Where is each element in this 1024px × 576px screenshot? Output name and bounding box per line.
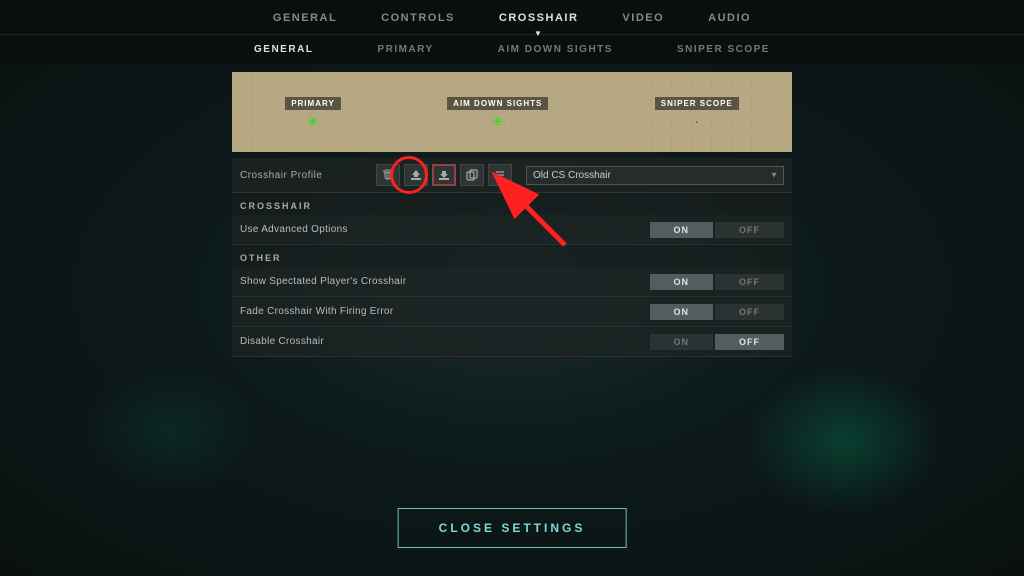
show-spectated-on[interactable]: On — [650, 274, 714, 290]
setting-fade-crosshair: Fade Crosshair With Firing Error On Off — [232, 297, 792, 327]
disable-crosshair-on[interactable]: On — [650, 334, 714, 350]
profile-select-area: Old CS Crosshair Default Custom 1 Custom… — [526, 165, 784, 185]
show-spectated-off[interactable]: Off — [715, 274, 784, 290]
disable-crosshair-toggle: On Off — [650, 334, 785, 350]
use-advanced-options-on[interactable]: On — [650, 222, 714, 238]
tab-controls[interactable]: CONTROLS — [379, 8, 457, 28]
setting-show-spectated: Show Spectated Player's Crosshair On Off — [232, 267, 792, 297]
show-spectated-label: Show Spectated Player's Crosshair — [240, 276, 650, 287]
profile-select-wrapper: Old CS Crosshair Default Custom 1 Custom… — [526, 165, 784, 185]
content-area: Crosshair Profile 🗑 — [232, 158, 792, 357]
show-spectated-toggle: On Off — [650, 274, 785, 290]
tab-audio[interactable]: AUDIO — [706, 8, 753, 28]
copy-profile-button[interactable] — [460, 164, 484, 186]
crosshair-ads: + — [494, 114, 502, 128]
fade-crosshair-off[interactable]: Off — [715, 304, 784, 320]
list-profiles-button[interactable] — [488, 164, 512, 186]
download-profile-button[interactable] — [432, 164, 456, 186]
profile-label: Crosshair Profile — [240, 170, 370, 181]
setting-use-advanced-options: Use Advanced Options On Off — [232, 215, 792, 245]
profile-icons: 🗑 — [376, 164, 512, 186]
preview-sniper: SNIPER SCOPE · — [655, 97, 739, 128]
close-settings-button[interactable]: CLOSE SETTINGS — [398, 508, 627, 548]
profile-select[interactable]: Old CS Crosshair Default Custom 1 Custom… — [526, 166, 784, 185]
fade-crosshair-on[interactable]: On — [650, 304, 714, 320]
preview-ads: AIM DOWN SIGHTS + — [447, 97, 548, 128]
section-crosshair-header: CROSSHAIR — [232, 193, 792, 215]
profile-row: Crosshair Profile 🗑 — [232, 158, 792, 193]
subtab-primary[interactable]: PRIMARY — [375, 41, 435, 58]
subtab-general[interactable]: GENERAL — [252, 41, 315, 58]
crosshair-preview: PRIMARY + AIM DOWN SIGHTS + SNIPER SCOPE… — [232, 72, 792, 152]
preview-ads-label: AIM DOWN SIGHTS — [447, 97, 548, 110]
delete-profile-button[interactable]: 🗑 — [376, 164, 400, 186]
setting-disable-crosshair: Disable Crosshair On Off — [232, 327, 792, 357]
crosshair-sniper: · — [694, 114, 699, 128]
crosshair-primary: + — [309, 114, 317, 128]
preview-primary: PRIMARY + — [285, 97, 341, 128]
subtab-sniper-scope[interactable]: SNIPER SCOPE — [675, 41, 772, 58]
disable-crosshair-off[interactable]: Off — [715, 334, 784, 350]
fade-crosshair-toggle: On Off — [650, 304, 785, 320]
main-tabs: GENERAL CONTROLS CROSSHAIR VIDEO AUDIO — [271, 8, 753, 28]
subtab-aim-down-sights[interactable]: AIM DOWN SIGHTS — [496, 41, 615, 58]
upload-profile-button[interactable] — [404, 164, 428, 186]
settings-container: GENERAL CONTROLS CROSSHAIR VIDEO AUDIO G… — [0, 0, 1024, 576]
sub-tabs: GENERAL PRIMARY AIM DOWN SIGHTS SNIPER S… — [0, 34, 1024, 64]
tab-video[interactable]: VIDEO — [620, 8, 666, 28]
use-advanced-options-label: Use Advanced Options — [240, 224, 650, 235]
tab-general[interactable]: GENERAL — [271, 8, 339, 28]
use-advanced-options-off[interactable]: Off — [715, 222, 784, 238]
preview-primary-label: PRIMARY — [285, 97, 341, 110]
use-advanced-options-toggle: On Off — [650, 222, 785, 238]
fade-crosshair-label: Fade Crosshair With Firing Error — [240, 306, 650, 317]
preview-sniper-label: SNIPER SCOPE — [655, 97, 739, 110]
tab-crosshair[interactable]: CROSSHAIR — [497, 8, 581, 28]
disable-crosshair-label: Disable Crosshair — [240, 336, 650, 347]
top-nav: GENERAL CONTROLS CROSSHAIR VIDEO AUDIO G… — [0, 0, 1024, 64]
section-other-header: OTHER — [232, 245, 792, 267]
